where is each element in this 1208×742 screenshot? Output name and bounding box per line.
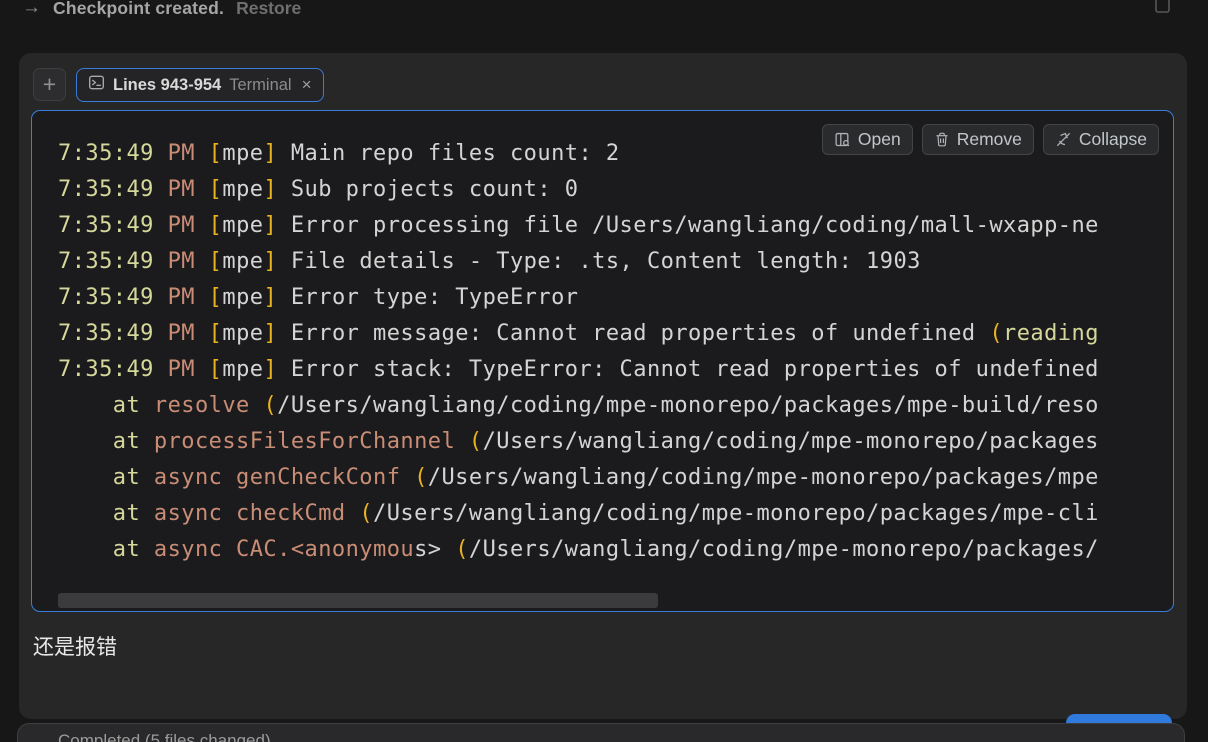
checkpoint-row: → Checkpoint created. Restore	[22, 0, 301, 19]
terminal-line: at async CAC.<anonymous> (/Users/wanglia…	[58, 532, 1099, 568]
terminal-line: at processFilesForChannel (/Users/wangli…	[58, 424, 1099, 460]
close-icon[interactable]: ×	[300, 75, 312, 95]
add-context-button[interactable]: +	[33, 68, 66, 101]
terminal-output-panel: Open Remove	[31, 110, 1174, 612]
remove-button-label: Remove	[957, 129, 1022, 150]
terminal-line: 7:35:49 PM [mpe] File details - Type: .t…	[58, 244, 1099, 280]
open-button-label: Open	[858, 129, 901, 150]
restore-button[interactable]: Restore	[236, 0, 301, 19]
horizontal-scrollbar-thumb[interactable]	[58, 593, 658, 608]
terminal-line: 7:35:49 PM [mpe] Sub projects count: 0	[58, 172, 1099, 208]
remove-button[interactable]: Remove	[922, 124, 1034, 155]
open-button[interactable]: Open	[822, 124, 913, 155]
trash-icon	[934, 131, 950, 148]
copy-icon[interactable]	[1150, 0, 1174, 22]
arrow-right-icon: →	[22, 0, 41, 18]
collapse-button-label: Collapse	[1079, 129, 1147, 150]
terminal-toolbar: Open Remove	[822, 124, 1159, 155]
chip-type-label: Terminal	[229, 76, 291, 95]
chip-title: Lines 943-954	[113, 76, 221, 95]
terminal-icon	[88, 74, 105, 96]
collapse-button[interactable]: Collapse	[1043, 124, 1159, 155]
terminal-line: at async genCheckConf (/Users/wangliang/…	[58, 460, 1099, 496]
terminal-line: at async checkCmd (/Users/wangliang/codi…	[58, 496, 1099, 532]
terminal-line: at resolve (/Users/wangliang/coding/mpe-…	[58, 388, 1099, 424]
terminal-line: 7:35:49 PM [mpe] Error stack: TypeError:…	[58, 352, 1099, 388]
chat-input-container: + Lines 943-954 Terminal ×	[19, 53, 1187, 719]
plus-icon: +	[43, 73, 56, 96]
checkpoint-message: Checkpoint created.	[53, 0, 224, 19]
completed-status-label: Completed (5 files changed)	[58, 731, 271, 742]
terminal-lines: 7:35:49 PM [mpe] Main repo files count: …	[58, 136, 1099, 568]
completed-status-card[interactable]: Completed (5 files changed)	[17, 723, 1185, 742]
terminal-line: 7:35:49 PM [mpe] Error message: Cannot r…	[58, 316, 1099, 352]
context-chip-terminal[interactable]: Lines 943-954 Terminal ×	[76, 68, 324, 102]
collapse-icon	[1055, 131, 1072, 148]
terminal-line: 7:35:49 PM [mpe] Error processing file /…	[58, 208, 1099, 244]
user-message-text[interactable]: 还是报错	[33, 631, 117, 661]
terminal-line: 7:35:49 PM [mpe] Error type: TypeError	[58, 280, 1099, 316]
open-editor-icon	[834, 131, 851, 148]
